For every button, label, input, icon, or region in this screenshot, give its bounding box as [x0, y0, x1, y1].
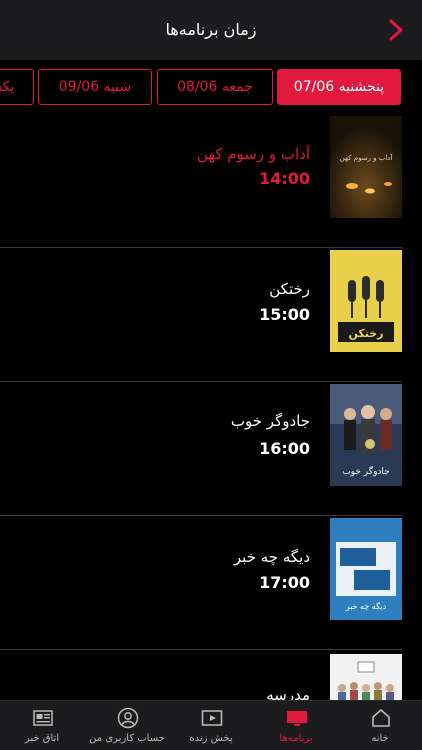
tv-icon: [287, 711, 307, 726]
bottom-tab-bar: خانه برنامه‌ها پخش زنده حساب کاربری من: [0, 700, 422, 750]
tab-day-sunday[interactable]: یکشنبه 10/06: [0, 69, 34, 105]
user-icon: [117, 707, 139, 729]
tab-day-saturday[interactable]: شنبه 09/06: [38, 69, 152, 105]
nav-newsroom[interactable]: اتاق خبر: [0, 701, 84, 750]
program-thumbnail: [330, 654, 402, 700]
program-row[interactable]: دیگه چه خبر دیگه چه خبر 17:00: [0, 516, 422, 650]
nav-home[interactable]: خانه: [338, 701, 422, 750]
program-list: آداب و رسوم کهن آداب و رسوم کهن 14:00 رخ…: [0, 114, 422, 700]
program-thumbnail: جادوگر خوب: [330, 384, 402, 486]
tab-day-thursday[interactable]: پنجشنبه 07/06: [277, 69, 401, 105]
program-thumbnail: آداب و رسوم کهن: [330, 116, 402, 218]
tab-day-friday[interactable]: جمعه 08/06: [157, 69, 273, 105]
play-icon: [201, 710, 223, 726]
home-icon: [372, 709, 390, 727]
program-name: مدرسه: [266, 686, 310, 700]
program-row[interactable]: آداب و رسوم کهن آداب و رسوم کهن 14:00: [0, 114, 422, 248]
program-thumbnail: رختکن: [330, 250, 402, 352]
program-time: 15:00: [259, 305, 310, 324]
nav-live-label: پخش زنده: [189, 733, 233, 744]
svg-text:آداب و رسوم کهن: آداب و رسوم کهن: [340, 153, 394, 162]
program-time: 17:00: [259, 573, 310, 592]
nav-account[interactable]: حساب کاربری من: [85, 701, 169, 750]
program-row[interactable]: مدرسه: [0, 650, 422, 700]
nav-programs-label: برنامه‌ها: [279, 733, 313, 744]
program-time: 16:00: [259, 439, 310, 458]
program-name: دیگه چه خبر: [233, 548, 310, 566]
top-bar: زمان برنامه‌ها: [0, 0, 422, 60]
svg-text:دیگه چه خبر: دیگه چه خبر: [345, 601, 387, 611]
program-row[interactable]: جادوگر خوب جادوگر خوب 16:00: [0, 382, 422, 516]
program-thumbnail: دیگه چه خبر: [330, 518, 402, 620]
back-button[interactable]: [384, 18, 408, 42]
program-name: آداب و رسوم کهن: [196, 145, 310, 163]
page-title: زمان برنامه‌ها: [165, 20, 257, 39]
nav-home-label: خانه: [371, 733, 389, 744]
newspaper-icon: [33, 710, 53, 726]
nav-newsroom-label: اتاق خبر: [24, 733, 60, 744]
chevron-right-icon: [389, 19, 403, 41]
svg-text:رختکن: رختکن: [348, 327, 383, 340]
svg-text:جادوگر خوب: جادوگر خوب: [342, 465, 389, 477]
nav-account-label: حساب کاربری من: [89, 733, 165, 744]
nav-programs[interactable]: برنامه‌ها: [254, 701, 338, 750]
day-tabs: پنجشنبه 07/06 جمعه 08/06 شنبه 09/06 یکشن…: [0, 60, 422, 114]
nav-live[interactable]: پخش زنده: [169, 701, 253, 750]
program-name: جادوگر خوب: [230, 412, 310, 430]
program-row[interactable]: رختکن رختکن 15:00: [0, 248, 422, 382]
program-name: رختکن: [269, 280, 310, 298]
program-time: 14:00: [259, 169, 310, 188]
